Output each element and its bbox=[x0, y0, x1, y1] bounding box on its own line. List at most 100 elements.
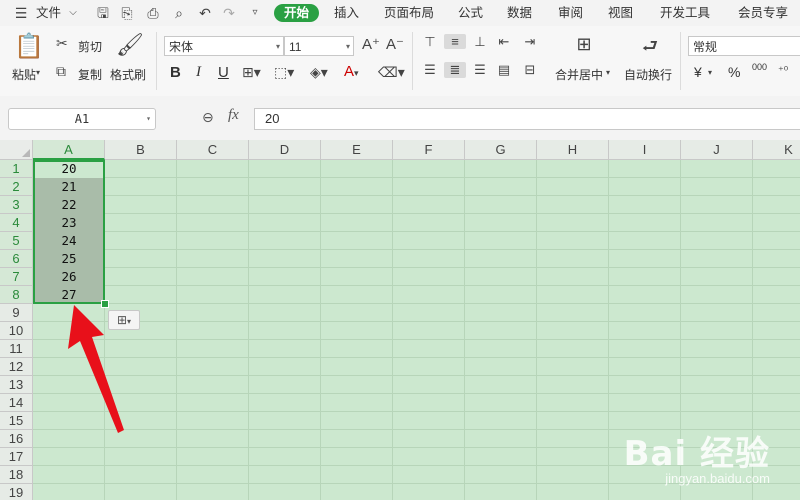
row-header-7[interactable]: 7 bbox=[0, 268, 33, 286]
align-center-icon[interactable]: ≣ bbox=[444, 62, 466, 78]
thousands-button[interactable]: 000 bbox=[752, 62, 767, 72]
redo-icon[interactable]: ↷ bbox=[220, 4, 238, 22]
cut-button[interactable]: 剪切 bbox=[78, 38, 102, 55]
column-header-i[interactable]: I bbox=[609, 140, 681, 160]
cell-a1[interactable]: 20 bbox=[33, 160, 105, 178]
bold-button[interactable]: B bbox=[170, 64, 181, 81]
row-header-6[interactable]: 6 bbox=[0, 250, 33, 268]
row-header-15[interactable]: 15 bbox=[0, 412, 33, 430]
copy-icon[interactable]: ⧉ bbox=[56, 63, 66, 80]
font-color-icon[interactable]: A▾ bbox=[344, 63, 359, 80]
font-size-select[interactable]: 11 ▾ bbox=[284, 36, 354, 56]
copy-button[interactable]: 复制 bbox=[78, 66, 102, 83]
row-header-14[interactable]: 14 bbox=[0, 394, 33, 412]
wrap-text-icon[interactable]: ⮐ bbox=[638, 34, 662, 64]
align-right-icon[interactable]: ☰ bbox=[470, 62, 490, 78]
file-menu[interactable]: 文件 bbox=[36, 4, 61, 22]
hamburger-menu-icon[interactable]: ☰ bbox=[12, 4, 30, 22]
customize-toolbar-icon[interactable]: ▿ bbox=[246, 4, 264, 22]
align-bottom-icon[interactable]: ⊥ bbox=[470, 34, 490, 50]
save-icon[interactable]: 🖫 bbox=[94, 4, 112, 22]
paste-icon[interactable]: 📋 bbox=[14, 32, 44, 61]
tab-page-layout[interactable]: 页面布局 bbox=[384, 4, 434, 22]
tab-view[interactable]: 视图 bbox=[608, 4, 633, 22]
currency-button[interactable]: ¥ bbox=[694, 64, 702, 80]
paste-button[interactable]: 粘贴 bbox=[12, 66, 36, 83]
merge-dropdown-icon[interactable]: ▾ bbox=[606, 68, 610, 77]
column-header-e[interactable]: E bbox=[321, 140, 393, 160]
chevron-down-icon[interactable]: ⌵ bbox=[64, 4, 82, 22]
row-header-10[interactable]: 10 bbox=[0, 322, 33, 340]
row-header-19[interactable]: 19 bbox=[0, 484, 33, 500]
row-header-1[interactable]: 1 bbox=[0, 160, 33, 178]
column-header-j[interactable]: J bbox=[681, 140, 753, 160]
fill-pattern-icon[interactable]: ⬚▾ bbox=[274, 64, 294, 81]
increase-font-icon[interactable]: A⁺ bbox=[362, 35, 380, 53]
row-header-8[interactable]: 8 bbox=[0, 286, 33, 304]
tab-member[interactable]: 会员专享 bbox=[738, 4, 788, 22]
italic-button[interactable]: I bbox=[196, 64, 201, 81]
row-header-9[interactable]: 9 bbox=[0, 304, 33, 322]
decrease-font-icon[interactable]: A⁻ bbox=[386, 35, 404, 53]
percent-button[interactable]: % bbox=[728, 64, 740, 80]
column-header-a[interactable]: A bbox=[33, 140, 105, 160]
row-header-16[interactable]: 16 bbox=[0, 430, 33, 448]
font-name-select[interactable]: 宋体 ▾ bbox=[164, 36, 284, 56]
column-header-f[interactable]: F bbox=[393, 140, 465, 160]
decimal-icon[interactable]: ⁺⁰ bbox=[778, 64, 788, 77]
spreadsheet-grid[interactable]: ABCDEFGHIJK 1 2 3 4 5 6 7 8 9 10 11 12 13 14 15 16 17 18 1… bbox=[0, 140, 800, 500]
column-header-k[interactable]: K bbox=[753, 140, 800, 160]
select-all-corner[interactable] bbox=[0, 140, 33, 160]
column-header-b[interactable]: B bbox=[105, 140, 177, 160]
cell-a6[interactable]: 25 bbox=[33, 250, 105, 268]
wrap-text-button[interactable]: 自动换行 bbox=[624, 66, 672, 83]
format-painter-icon[interactable]: 🖌 bbox=[116, 32, 144, 58]
cell-a3[interactable]: 22 bbox=[33, 196, 105, 214]
align-left-icon[interactable]: ☰ bbox=[420, 62, 440, 78]
row-header-11[interactable]: 11 bbox=[0, 340, 33, 358]
row-header-17[interactable]: 17 bbox=[0, 448, 33, 466]
tab-developer[interactable]: 开发工具 bbox=[660, 4, 710, 22]
cell-a7[interactable]: 26 bbox=[33, 268, 105, 286]
tab-insert[interactable]: 插入 bbox=[334, 4, 359, 22]
borders-icon[interactable]: ⊞▾ bbox=[242, 64, 261, 81]
justify-icon[interactable]: ▤ bbox=[494, 62, 514, 78]
column-header-c[interactable]: C bbox=[177, 140, 249, 160]
row-header-3[interactable]: 3 bbox=[0, 196, 33, 214]
increase-indent-icon[interactable]: ⇥ bbox=[520, 34, 540, 50]
row-header-5[interactable]: 5 bbox=[0, 232, 33, 250]
formula-input[interactable]: 20 bbox=[254, 108, 800, 130]
align-top-icon[interactable]: ⊤ bbox=[420, 34, 440, 50]
row-header-4[interactable]: 4 bbox=[0, 214, 33, 232]
align-middle-icon[interactable]: ≡ bbox=[444, 34, 466, 49]
paste-dropdown-icon[interactable]: ▾ bbox=[36, 68, 40, 77]
row-header-12[interactable]: 12 bbox=[0, 358, 33, 376]
zoom-search-icon[interactable]: ⊖ bbox=[202, 109, 214, 126]
tab-review[interactable]: 审阅 bbox=[558, 4, 583, 22]
clear-format-icon[interactable]: ⌫▾ bbox=[378, 64, 405, 81]
format-painter-button[interactable]: 格式刷 bbox=[110, 66, 146, 83]
merge-center-button[interactable]: 合并居中 bbox=[555, 66, 603, 83]
function-fx-icon[interactable]: fx bbox=[228, 107, 239, 124]
fill-color-icon[interactable]: ◈▾ bbox=[310, 64, 328, 81]
cell-a8[interactable]: 27 bbox=[33, 286, 105, 304]
merge-center-icon[interactable]: ⊞ bbox=[570, 34, 598, 55]
print-icon[interactable]: ⎙ bbox=[144, 4, 162, 22]
underline-button[interactable]: U bbox=[218, 64, 229, 81]
tab-data[interactable]: 数据 bbox=[507, 4, 532, 22]
column-header-d[interactable]: D bbox=[249, 140, 321, 160]
print-preview-icon[interactable]: ⌕ bbox=[170, 4, 188, 22]
decrease-indent-icon[interactable]: ⇤ bbox=[494, 34, 514, 50]
undo-icon[interactable]: ↶ bbox=[196, 4, 214, 22]
number-format-select[interactable]: 常规 bbox=[688, 36, 800, 56]
cell-a4[interactable]: 23 bbox=[33, 214, 105, 232]
row-header-2[interactable]: 2 bbox=[0, 178, 33, 196]
row-header-13[interactable]: 13 bbox=[0, 376, 33, 394]
scissors-icon[interactable]: ✂ bbox=[56, 35, 68, 52]
tab-home[interactable]: 开始 bbox=[274, 4, 320, 22]
column-header-h[interactable]: H bbox=[537, 140, 609, 160]
column-header-g[interactable]: G bbox=[465, 140, 537, 160]
cell-a5[interactable]: 24 bbox=[33, 232, 105, 250]
name-box[interactable]: A1 ▾ bbox=[8, 108, 156, 130]
cell-a2[interactable]: 21 bbox=[33, 178, 105, 196]
